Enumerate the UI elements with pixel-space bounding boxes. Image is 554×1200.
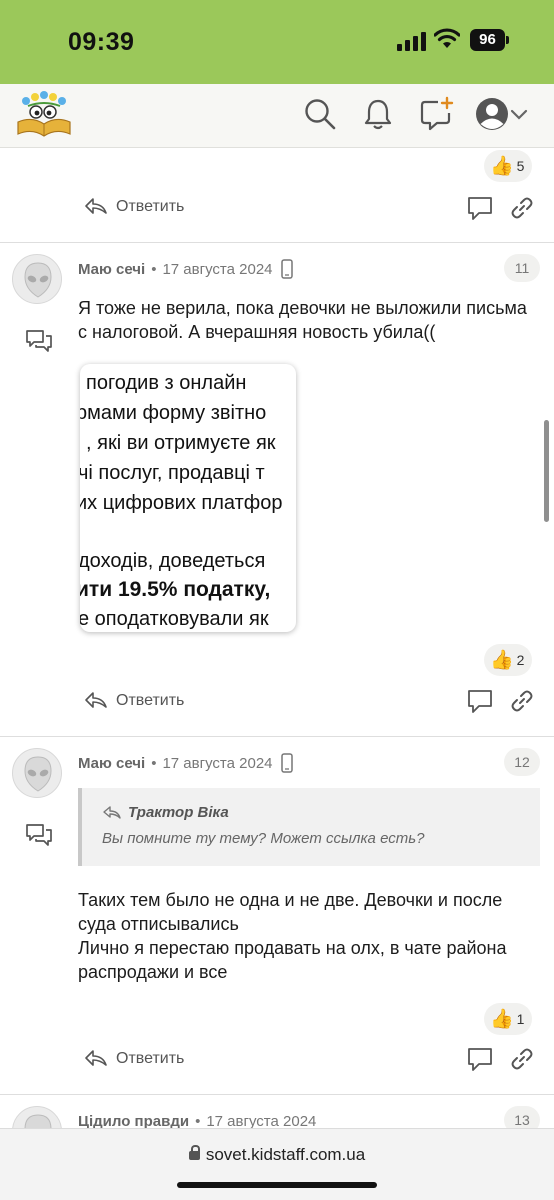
chevron-down-icon[interactable]	[510, 96, 528, 132]
alien-avatar-icon	[24, 1114, 52, 1128]
comment-icon[interactable]	[466, 687, 494, 715]
battery-tip	[506, 36, 509, 44]
thumbs-up-icon: 👍	[490, 1008, 514, 1030]
link-icon[interactable]	[508, 687, 536, 715]
avatar[interactable]	[12, 1106, 62, 1128]
bell-icon[interactable]	[360, 96, 396, 132]
status-bar: 09:39 96	[0, 0, 554, 84]
forum-logo-icon[interactable]	[14, 88, 74, 140]
reply-button[interactable]: Ответить	[84, 194, 184, 220]
meta-separator: •	[195, 1112, 201, 1129]
reaction-summary[interactable]: 👍 1	[484, 1003, 533, 1035]
cellular-signal-icon	[397, 31, 427, 51]
post-meta: Маю сечі • 17 августа 2024	[78, 752, 293, 774]
home-indicator[interactable]	[177, 1182, 377, 1188]
reply-arrow-icon	[85, 692, 107, 708]
account-icon[interactable]	[474, 96, 510, 132]
post-date[interactable]: 17 августа 2024	[206, 1113, 316, 1129]
image-text-line: е оподатковували як	[80, 608, 269, 630]
reaction-count: 5	[516, 158, 525, 174]
wifi-icon	[434, 28, 460, 48]
post-text-line: Лично я перестаю продавать на олх, в чат…	[78, 938, 507, 958]
image-text-line: доходів, доведеться	[80, 550, 266, 572]
reply-button[interactable]: Ответить	[84, 688, 184, 714]
post-divider	[0, 242, 554, 243]
multi-quote-icon[interactable]	[25, 822, 53, 848]
reply-button[interactable]: Ответить	[84, 1046, 184, 1072]
image-text-line: чі послуг, продавці т	[80, 462, 265, 484]
thumbs-up-icon: 👍	[490, 155, 514, 177]
post-text-line: распродажи и все	[78, 962, 228, 982]
post-number[interactable]: 12	[504, 748, 540, 776]
comment-icon[interactable]	[466, 1045, 494, 1073]
image-text-line: ити 19.5% податку,	[80, 578, 271, 601]
post-meta: Цідило правди • 17 августа 2024	[78, 1110, 316, 1129]
quote-author-link[interactable]: Трактор Віка	[102, 804, 229, 821]
clock: 09:39	[68, 28, 135, 56]
multi-quote-icon[interactable]	[25, 328, 53, 354]
url-text: sovet.kidstaff.com.ua	[205, 1145, 366, 1164]
avatar[interactable]	[12, 254, 62, 304]
post-date[interactable]: 17 августа 2024	[162, 755, 272, 772]
avatar[interactable]	[12, 748, 62, 798]
link-icon[interactable]	[508, 1045, 536, 1073]
reply-label: Ответить	[116, 1050, 185, 1067]
lock-icon	[188, 1145, 200, 1160]
quote-text: Вы помните ту тему? Может ссылка есть?	[102, 830, 425, 847]
reply-arrow-icon	[85, 198, 107, 214]
post-divider	[0, 1094, 554, 1095]
post-text: Таких тем было не одна и не две. Девочки…	[78, 888, 538, 984]
image-text-line: погодив з онлайн	[86, 372, 247, 394]
image-text-line: , які ви отримуєте як	[86, 432, 276, 454]
thumbs-up-icon: 👍	[490, 649, 514, 671]
reaction-count: 1	[516, 1011, 525, 1027]
post-divider	[0, 736, 554, 737]
reply-label: Ответить	[116, 198, 185, 215]
mobile-device-icon	[280, 753, 293, 773]
link-icon[interactable]	[508, 194, 536, 222]
post-text-line: суда отписывались	[78, 914, 239, 934]
post-meta: Маю сечі • 17 августа 2024	[78, 258, 293, 280]
post-author[interactable]: Маю сечі	[78, 261, 145, 278]
post-number[interactable]: 11	[504, 254, 540, 282]
post-author[interactable]: Цідило правди	[78, 1113, 189, 1129]
post-number[interactable]: 13	[504, 1106, 540, 1128]
reply-label: Ответить	[116, 692, 185, 709]
quote-reply-arrow-icon	[103, 805, 121, 819]
reaction-summary[interactable]: 👍 2	[484, 644, 533, 676]
search-icon[interactable]	[302, 96, 338, 132]
image-text-line: рмами форму звітно	[80, 402, 267, 424]
post-text-line: Таких тем было не одна и не две. Девочки…	[78, 890, 503, 910]
quote-author: Трактор Віка	[128, 804, 229, 821]
comment-icon[interactable]	[466, 194, 494, 222]
post-date[interactable]: 17 августа 2024	[162, 261, 272, 278]
thread-content: 👍 5 Ответить Маю сечі • 17 августа 2024 …	[0, 148, 554, 1128]
url-display[interactable]: sovet.kidstaff.com.ua	[0, 1145, 554, 1165]
browser-url-bar[interactable]: sovet.kidstaff.com.ua	[0, 1128, 554, 1200]
scrollbar[interactable]	[544, 420, 549, 522]
mobile-device-icon	[280, 259, 293, 279]
app-header	[0, 84, 554, 148]
new-message-icon[interactable]	[418, 96, 454, 132]
meta-separator: •	[151, 260, 157, 278]
post-text: Я тоже не верила, пока девочки не выложи…	[78, 298, 527, 342]
image-text-line: их цифрових платфор	[80, 492, 283, 514]
alien-avatar-icon	[24, 262, 52, 298]
alien-avatar-icon	[24, 756, 52, 792]
reaction-count: 2	[516, 652, 525, 668]
battery-indicator: 96	[470, 29, 505, 51]
meta-separator: •	[151, 754, 157, 772]
quote-block[interactable]: Трактор Віка Вы помните ту тему? Может с…	[78, 788, 540, 866]
reply-arrow-icon	[85, 1050, 107, 1066]
post-author[interactable]: Маю сечі	[78, 755, 145, 772]
post-image-screenshot[interactable]: погодив з онлайн рмами форму звітно , як…	[80, 364, 296, 632]
reaction-summary[interactable]: 👍 5	[484, 150, 533, 182]
